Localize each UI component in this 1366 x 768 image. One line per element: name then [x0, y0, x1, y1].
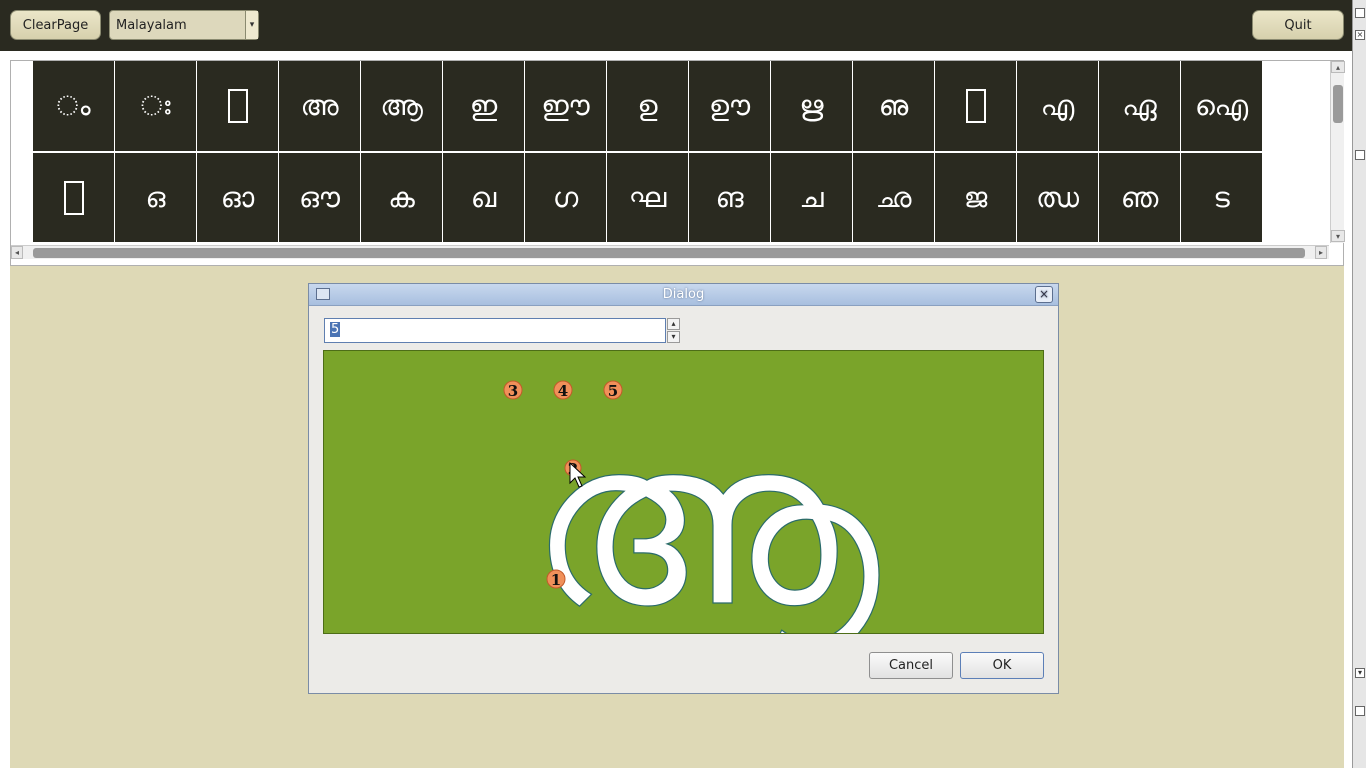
char-cell-missing[interactable]: [197, 61, 278, 151]
missing-glyph-icon: [227, 89, 248, 123]
language-select[interactable]: Malayalam ▾: [109, 10, 259, 40]
stroke-marker-label: 3: [508, 382, 518, 400]
char-cell-missing[interactable]: [935, 61, 1016, 151]
background-window-edge: × ▾: [1352, 0, 1366, 768]
char-cell[interactable]: ◌ം: [33, 61, 114, 151]
glyph-drawing: ആ 1 2 3 4 5: [503, 380, 881, 659]
window-icon: [316, 288, 330, 300]
scroll-icon: [1355, 150, 1365, 160]
ok-button[interactable]: OK: [960, 652, 1044, 679]
stroke-dialog: Dialog × 5 ▴ ▾ ആ 1 2 3 4: [308, 283, 1059, 694]
char-cell[interactable]: ഉ: [607, 61, 688, 151]
stroke-count-spinbox[interactable]: 5 ▴ ▾: [324, 318, 680, 343]
stroke-marker-label: 1: [551, 571, 561, 589]
close-icon[interactable]: ×: [1035, 286, 1053, 303]
char-cell[interactable]: ഒ: [115, 153, 196, 242]
dialog-title: Dialog: [662, 287, 705, 302]
stroke-marker[interactable]: 3: [503, 380, 523, 400]
close-icon[interactable]: ×: [1355, 30, 1365, 40]
missing-glyph-icon: [965, 89, 986, 123]
stroke-marker-label: 5: [608, 382, 618, 400]
char-cell[interactable]: ഌ: [853, 61, 934, 151]
window-icon: [1355, 706, 1365, 716]
cancel-button[interactable]: Cancel: [869, 652, 953, 679]
scroll-down-icon[interactable]: ▾: [1331, 230, 1345, 242]
quit-button[interactable]: Quit: [1252, 10, 1344, 40]
char-cell[interactable]: ഐ: [1181, 61, 1262, 151]
scroll-right-icon[interactable]: ▸: [1315, 246, 1327, 259]
char-cell[interactable]: ഊ: [689, 61, 770, 151]
vertical-scrollbar[interactable]: ▴ ▾: [1330, 61, 1345, 243]
char-cell[interactable]: ഏ: [1099, 61, 1180, 151]
char-cell[interactable]: ഇ: [443, 61, 524, 151]
dialog-titlebar[interactable]: Dialog ×: [309, 284, 1058, 306]
char-cell[interactable]: ഛ: [853, 153, 934, 242]
glyph-outline: ആ: [529, 391, 880, 633]
char-cell[interactable]: ഋ: [771, 61, 852, 151]
scroll-up-icon[interactable]: ▴: [1331, 61, 1345, 73]
char-cell[interactable]: എ: [1017, 61, 1098, 151]
chevron-down-icon[interactable]: ▾: [245, 11, 258, 39]
char-cell-missing[interactable]: [33, 153, 114, 242]
stroke-count-input[interactable]: 5: [324, 318, 666, 343]
char-cell[interactable]: ച: [771, 153, 852, 242]
spin-down-icon[interactable]: ▾: [667, 331, 680, 343]
horizontal-scrollbar[interactable]: ◂ ▸: [11, 245, 1329, 259]
horizontal-scroll-thumb[interactable]: [33, 248, 1305, 258]
missing-glyph-icon: [63, 180, 84, 215]
drawing-canvas[interactable]: ആ 1 2 3 4 5: [323, 350, 1044, 659]
char-cell[interactable]: ഔ: [279, 153, 360, 242]
char-cell[interactable]: ക: [361, 153, 442, 242]
language-select-value: Malayalam: [116, 17, 187, 33]
char-cell[interactable]: ഓ: [197, 153, 278, 242]
char-cell[interactable]: ആ: [361, 61, 442, 151]
scroll-left-icon[interactable]: ◂: [11, 246, 23, 259]
clear-page-button[interactable]: ClearPage: [10, 10, 101, 40]
char-cell[interactable]: ഘ: [607, 153, 688, 242]
char-cell[interactable]: ഗ: [525, 153, 606, 242]
spin-up-icon[interactable]: ▴: [667, 318, 680, 330]
window-icon: [1355, 8, 1365, 18]
char-cell[interactable]: ഈ: [525, 61, 606, 151]
character-grid: ◌ം ◌ഃ അ ആ ഇ ഈ ഉ ഊ ഋ ഌ എ ഏ ഐ ഒ ഓ ഔ ക ഖ ഗ …: [33, 61, 1263, 242]
chevron-down-icon[interactable]: ▾: [1355, 668, 1365, 678]
char-cell[interactable]: അ: [279, 61, 360, 151]
char-cell[interactable]: ◌ഃ: [115, 61, 196, 151]
character-grid-panel: ◌ം ◌ഃ അ ആ ഇ ഈ ഉ ഊ ഋ ഌ എ ഏ ഐ ഒ ഓ ഔ ക ഖ ഗ …: [10, 60, 1345, 266]
char-cell[interactable]: ഖ: [443, 153, 524, 242]
char-cell[interactable]: ഝ: [1017, 153, 1098, 242]
stroke-count-value: 5: [330, 322, 341, 337]
stroke-marker-label: 4: [558, 382, 568, 400]
char-cell[interactable]: ജ: [935, 153, 1016, 242]
char-cell[interactable]: ഞ: [1099, 153, 1180, 242]
top-toolbar: ClearPage Malayalam ▾ Quit: [0, 0, 1352, 51]
char-cell[interactable]: ട: [1181, 153, 1262, 242]
char-cell[interactable]: ങ: [689, 153, 770, 242]
vertical-scroll-thumb[interactable]: [1333, 85, 1343, 123]
